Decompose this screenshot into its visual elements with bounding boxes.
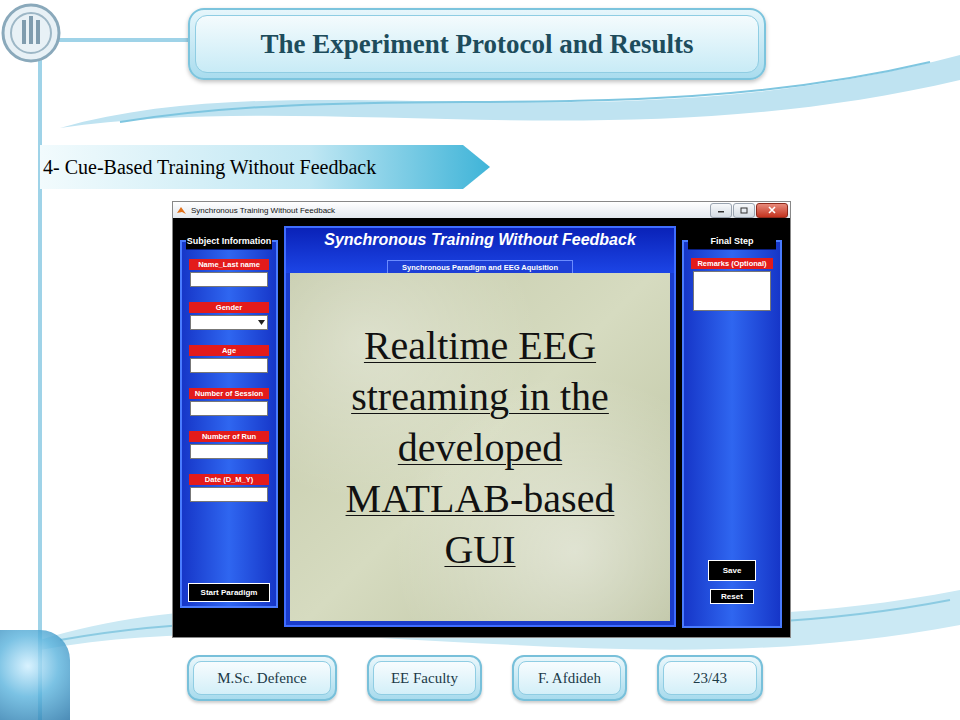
field-label: Name_Last name bbox=[189, 259, 269, 270]
brain-picture bbox=[0, 630, 70, 720]
remarks-input[interactable] bbox=[693, 271, 771, 311]
field-label: Gender bbox=[189, 302, 269, 313]
field-label: Number of Session bbox=[189, 388, 269, 399]
panel-title: Subject Information bbox=[186, 234, 272, 250]
footer-box: M.Sc. Defence bbox=[187, 655, 337, 701]
slide-title: The Experiment Protocol and Results bbox=[188, 8, 766, 80]
footer-box: F. Afdideh bbox=[512, 655, 627, 701]
paradigm-subheader: Synchronous Paradigm and EEG Aquisition bbox=[387, 260, 573, 273]
matlab-icon bbox=[176, 205, 187, 216]
final-step-panel: Final StepRemarks (Optional)SaveReset bbox=[682, 240, 782, 628]
text-input[interactable] bbox=[190, 401, 268, 416]
field-label: Number of Run bbox=[189, 431, 269, 442]
eeg-display-area: Realtime EEG streaming in the developed … bbox=[290, 273, 670, 621]
caption-text: Realtime EEG streaming in the developed … bbox=[320, 320, 640, 575]
text-input[interactable] bbox=[190, 487, 268, 502]
close-button[interactable] bbox=[756, 203, 788, 218]
window-title: Synchronous Training Without Feedback bbox=[191, 206, 335, 215]
minimize-button[interactable] bbox=[710, 203, 732, 218]
action-button[interactable]: Reset bbox=[710, 589, 754, 604]
form-field: Name_Last name bbox=[189, 259, 269, 287]
dropdown-arrow-icon bbox=[258, 320, 265, 325]
gender-select[interactable] bbox=[190, 315, 268, 330]
app-header: Synchronous Training Without FeedbackSyn… bbox=[286, 228, 674, 273]
field-label: Age bbox=[189, 345, 269, 356]
text-input[interactable] bbox=[190, 444, 268, 459]
minimize-icon bbox=[717, 207, 725, 213]
paradigm-panel: Synchronous Training Without FeedbackSyn… bbox=[284, 226, 676, 627]
form-field: Number of Run bbox=[189, 431, 269, 459]
section-label: 4- Cue-Based Training Without Feedback bbox=[40, 145, 490, 189]
footer-box: 23/43 bbox=[657, 655, 763, 701]
university-logo-icon bbox=[0, 2, 62, 64]
window-titlebar: Synchronous Training Without Feedback bbox=[173, 202, 790, 218]
maximize-button[interactable] bbox=[733, 203, 755, 218]
form-field: Date (D_M_Y) bbox=[189, 474, 269, 502]
footer-box: EE Faculty bbox=[367, 655, 482, 701]
form-field: Number of Session bbox=[189, 388, 269, 416]
app-window: Synchronous Training Without Feedback Sub… bbox=[173, 202, 790, 637]
slide: The Experiment Protocol and Results 4- Cu… bbox=[0, 0, 960, 720]
start-paradigm-button[interactable]: Start Paradigm bbox=[188, 583, 270, 602]
subject-panel: Subject InformationName_Last nameGenderA… bbox=[180, 240, 278, 608]
remarks-label: Remarks (Optional) bbox=[691, 258, 773, 269]
maximize-icon bbox=[740, 207, 748, 214]
close-icon bbox=[768, 206, 776, 214]
panel-title: Final Step bbox=[688, 234, 776, 250]
action-button[interactable]: Save bbox=[708, 560, 756, 581]
text-input[interactable] bbox=[190, 272, 268, 287]
text-input[interactable] bbox=[190, 358, 268, 373]
form-field: Age bbox=[189, 345, 269, 373]
form-field: Gender bbox=[189, 302, 269, 330]
field-label: Date (D_M_Y) bbox=[189, 474, 269, 485]
